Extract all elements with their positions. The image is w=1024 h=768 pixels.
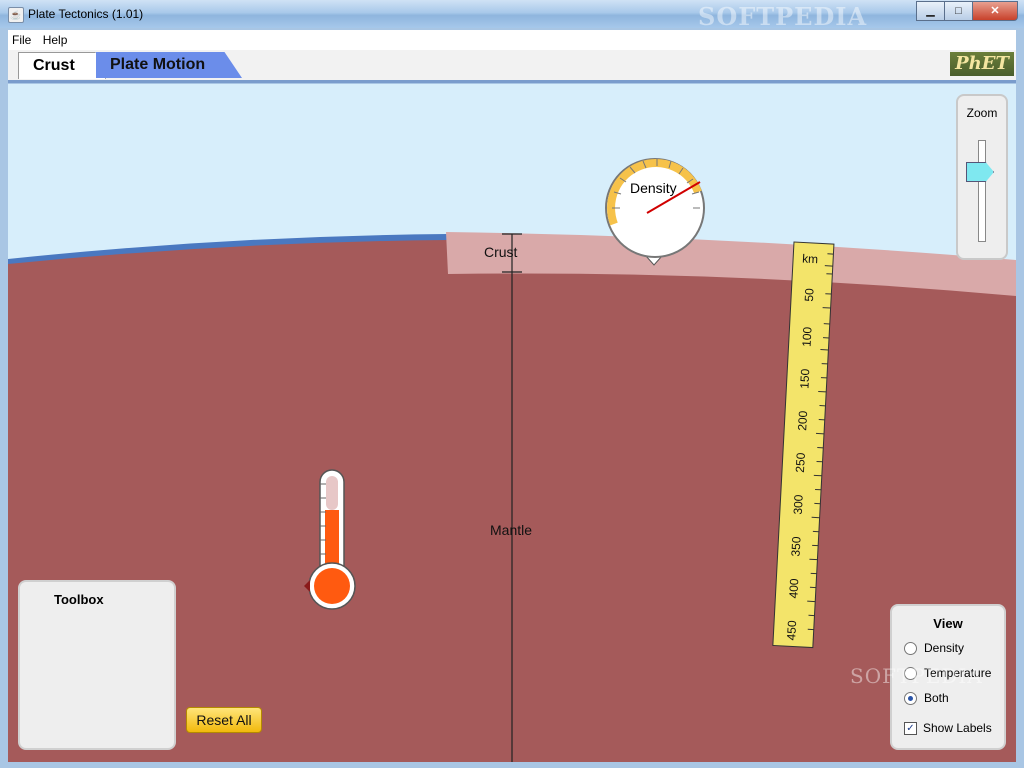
tab-bar: Crust Plate Motion PhET (8, 50, 1016, 83)
tab-plate-motion[interactable]: Plate Motion (96, 52, 242, 78)
ruler-tick-label: 50 (802, 288, 817, 302)
toolbox-title: Toolbox (54, 592, 104, 607)
menu-file[interactable]: File (8, 30, 35, 50)
window-title: Plate Tectonics (1.01) (28, 7, 144, 21)
window-controls: ▁ □ ✕ (916, 1, 1018, 21)
java-app-icon[interactable]: ☕ (8, 7, 24, 23)
ruler-tick-label: 350 (789, 536, 804, 557)
softpedia-watermark-bottom: SOFTPEDIA (850, 664, 983, 688)
reset-all-button[interactable]: Reset All (186, 707, 262, 733)
zoom-label: Zoom (966, 106, 998, 120)
zoom-slider-track[interactable] (978, 140, 986, 242)
ruler-tick-label: 400 (786, 578, 801, 599)
phet-logo[interactable]: PhET (950, 52, 1014, 76)
show-labels-option[interactable]: ✓ Show Labels (904, 720, 992, 736)
menu-help[interactable]: Help (39, 30, 72, 50)
show-labels-label: Show Labels (923, 721, 992, 735)
ruler-tick-label: 300 (791, 494, 806, 515)
view-option-label: Both (924, 691, 949, 705)
close-button[interactable]: ✕ (972, 1, 1018, 21)
simulation-canvas[interactable]: km 50 100 150 200 250 300 350 400 450 Cr… (8, 84, 1016, 762)
zoom-slider-thumb[interactable] (966, 162, 994, 182)
view-title: View (933, 616, 963, 631)
ruler-tick-label: 200 (795, 410, 810, 431)
toolbox-panel: Toolbox (18, 580, 176, 750)
minimize-button[interactable]: ▁ (916, 1, 945, 21)
tab-crust[interactable]: Crust (18, 52, 106, 79)
app-window: ☕ Plate Tectonics (1.01) SOFTPEDIA ▁ □ ✕… (0, 0, 1024, 768)
crust-label: Crust (484, 244, 518, 260)
show-labels-checkbox[interactable]: ✓ (904, 721, 917, 735)
ruler-tick-label: 150 (797, 368, 812, 389)
ruler-tick-label: 450 (784, 620, 799, 641)
softpedia-watermark: SOFTPEDIA (698, 2, 868, 31)
view-option-label: Density (924, 641, 965, 655)
density-label: Density (630, 180, 677, 196)
ruler-unit-label: km (802, 251, 819, 266)
ruler-tick-label: 100 (800, 326, 815, 347)
view-option-density[interactable]: Density (904, 640, 964, 656)
density-gauge-label-holder: Density (606, 156, 704, 266)
thermometer-empty (326, 476, 338, 510)
zoom-panel: Zoom (956, 94, 1008, 260)
view-option-both[interactable]: Both (904, 690, 949, 706)
ruler-tick-label: 250 (793, 452, 808, 473)
thermometer-bulb (314, 568, 350, 604)
mantle-label: Mantle (490, 522, 533, 538)
radio-both[interactable] (904, 691, 917, 705)
title-bar[interactable]: ☕ Plate Tectonics (1.01) SOFTPEDIA ▁ □ ✕ (0, 0, 1024, 31)
maximize-button[interactable]: □ (944, 1, 973, 21)
radio-density[interactable] (904, 641, 917, 655)
menu-bar: File Help (8, 30, 1016, 50)
